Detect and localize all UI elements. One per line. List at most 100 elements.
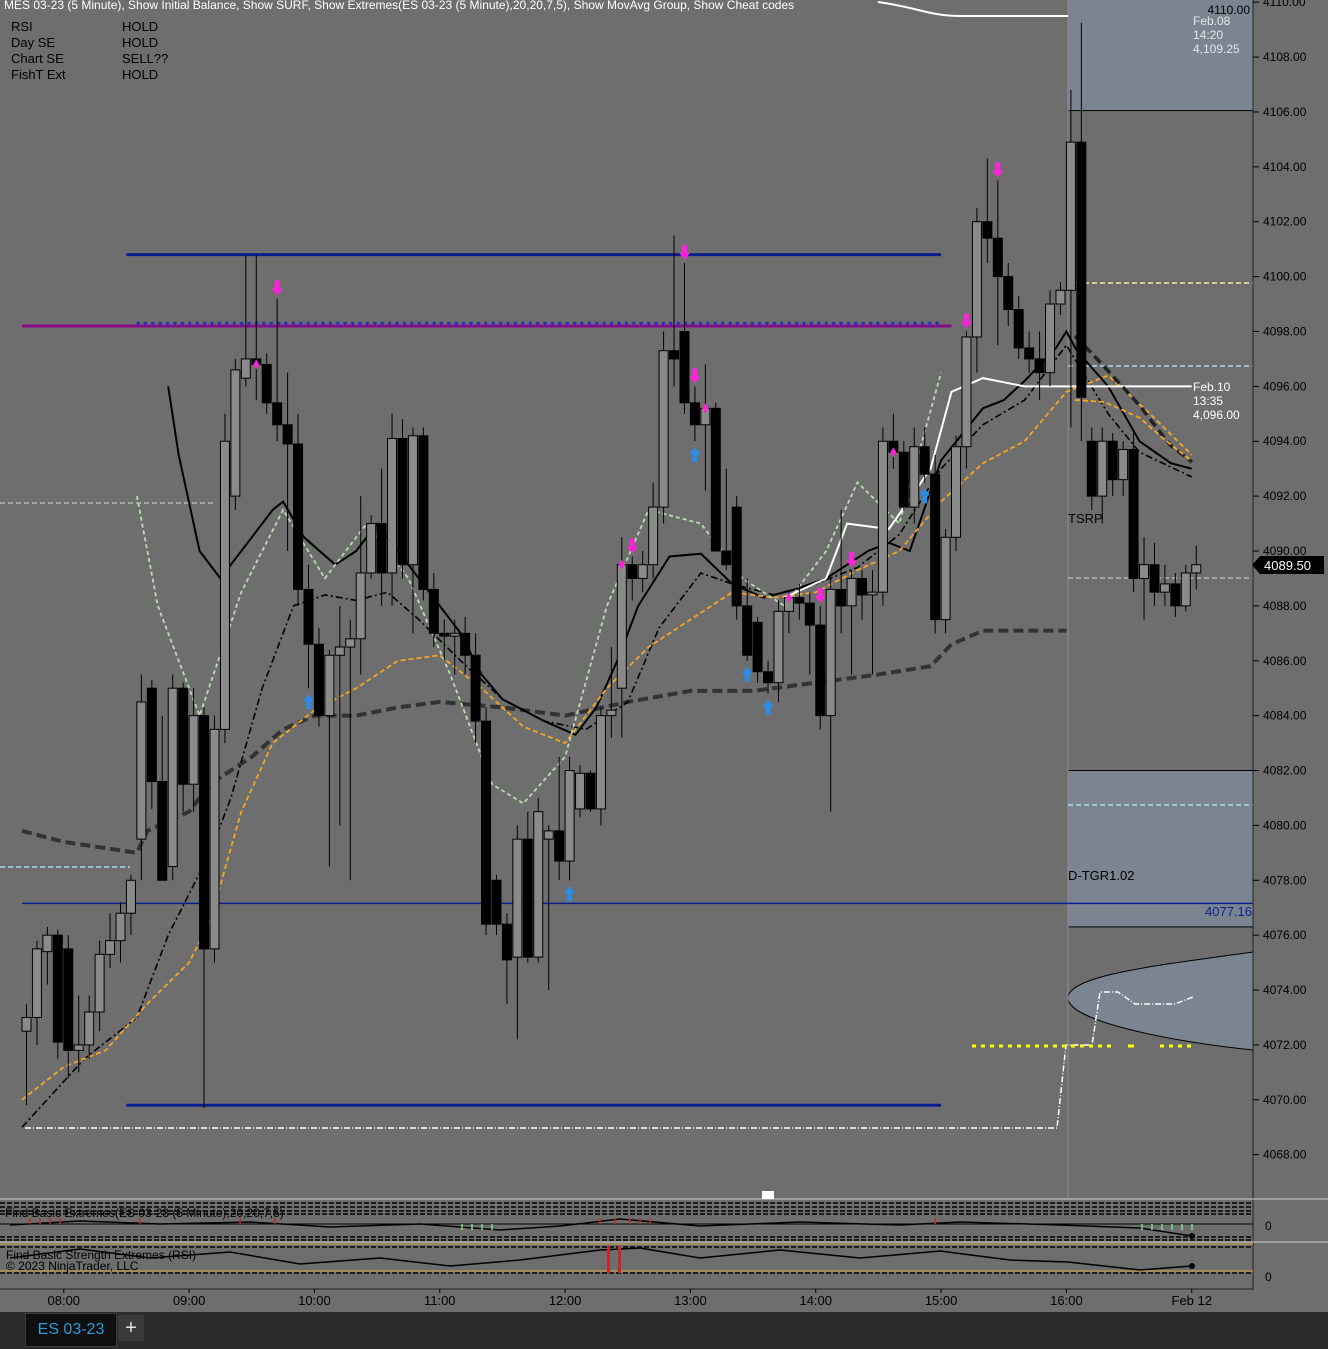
candle-body (1159, 583, 1170, 593)
add-tab-button[interactable]: + (118, 1315, 144, 1341)
candle-body (94, 953, 105, 1013)
y-tick-label: 4082.00 (1263, 764, 1307, 778)
candle-body (857, 577, 868, 596)
candle-body (345, 638, 356, 648)
candle-body (407, 435, 418, 566)
tooltip-2-line-3: 4,096.00 (1193, 408, 1240, 422)
candle-body (157, 780, 168, 881)
candle-body (1107, 440, 1118, 481)
status-value-fisht-ext: HOLD (122, 67, 158, 82)
dtgr-label: D-TGR1.02 (1068, 868, 1134, 883)
y-tick-label: 4106.00 (1263, 105, 1307, 119)
y-tick-label: 4084.00 (1263, 709, 1307, 723)
candle-body (481, 720, 492, 925)
candle-body (940, 536, 951, 621)
x-tick-label: 10:00 (298, 1293, 331, 1308)
candle-body (178, 687, 189, 785)
candle-body (992, 237, 1003, 278)
candle-body (606, 709, 617, 717)
chart-background (0, 0, 1328, 1312)
candle-body (616, 564, 627, 689)
candle-body (909, 446, 920, 508)
y-tick-label: 4110.00 (1263, 0, 1306, 9)
candle-body (303, 588, 314, 645)
candle-body (146, 687, 157, 782)
candle-body (982, 221, 993, 239)
sub1-title: Find Basic Extremes(ES 03-23 (5 Minute),… (5, 1206, 284, 1220)
x-tick-label: 14:00 (799, 1293, 832, 1308)
candle-body (522, 838, 533, 958)
candle-body (554, 830, 565, 862)
candle-body (282, 424, 293, 445)
y-tick-label: 4100.00 (1263, 270, 1307, 284)
candle-body (63, 948, 74, 1051)
y-tick-label: 4090.00 (1263, 544, 1307, 558)
candle-body (1086, 440, 1097, 497)
candle-body (585, 772, 596, 810)
candle-body (115, 912, 126, 942)
candle-body (731, 506, 742, 607)
price-box-top-label: 4110.00 (1208, 3, 1251, 17)
sub1-zero: 0 (1265, 1219, 1272, 1233)
candle-body (1180, 572, 1191, 607)
candle-body (355, 572, 366, 640)
candle-body (1118, 448, 1129, 481)
y-tick-label: 4086.00 (1263, 654, 1307, 668)
x-tick-label: 08:00 (48, 1293, 81, 1308)
candle-body (324, 654, 335, 717)
candle-body (42, 934, 53, 953)
candle-body (1139, 564, 1150, 579)
candle-body (1149, 564, 1160, 593)
candle-body (1024, 347, 1035, 360)
status-label-chart-se: Chart SE (11, 51, 64, 66)
candle-body (167, 687, 178, 868)
candle-body (125, 879, 136, 914)
candle-body (52, 934, 63, 1043)
candle-body (428, 588, 439, 634)
candle-body (1034, 358, 1045, 374)
candle-body (84, 1011, 95, 1046)
y-tick-label: 4074.00 (1263, 983, 1307, 997)
candle-body (669, 350, 680, 360)
tooltip-2-line-1: Feb.10 (1193, 380, 1231, 394)
tsrp-label: TSRP (1068, 511, 1103, 526)
candle-body (334, 646, 345, 656)
candle-body (1191, 564, 1202, 574)
candle-body (627, 564, 638, 579)
candle-body (543, 830, 554, 840)
candle-body (219, 440, 230, 730)
y-tick-label: 4096.00 (1263, 379, 1307, 393)
candle-body (815, 624, 826, 717)
x-tick-label: 09:00 (173, 1293, 206, 1308)
candle-body (31, 948, 42, 1018)
y-tick-label: 4070.00 (1263, 1093, 1307, 1107)
candle-body (272, 402, 283, 426)
status-label-fisht-ext: FishT Ext (11, 67, 66, 82)
status-label-day-se: Day SE (11, 35, 55, 50)
sub2-red-bar (607, 1246, 610, 1273)
candle-body (313, 643, 324, 717)
sub2-zero: 0 (1265, 1270, 1272, 1284)
chart-root[interactable]: 4068.00 4070.00 4072.00 4074.00 4076.00 4078.… (0, 0, 1328, 1312)
candle-body (199, 715, 210, 950)
x-tick-label: 11:00 (424, 1293, 456, 1308)
candle-body (209, 728, 220, 950)
candle-body (689, 402, 700, 426)
x-tick-label: Feb 12 (1172, 1293, 1212, 1308)
y-tick-label: 4068.00 (1263, 1148, 1307, 1162)
sub1-last-dot (1189, 1233, 1195, 1239)
candle-body (376, 523, 387, 574)
candle-body (105, 940, 116, 955)
candle-body (1055, 289, 1066, 305)
y-tick-label: 4078.00 (1263, 873, 1307, 887)
tab-es-03-23[interactable]: ES 03-23 (25, 1313, 117, 1347)
candle-body (951, 446, 962, 538)
candle-body (595, 715, 606, 810)
copyright: © 2023 NinjaTrader, LLC (6, 1259, 139, 1273)
candle-body (742, 605, 753, 656)
candle-body (188, 715, 199, 785)
candle-body (491, 879, 502, 925)
candle-body (710, 407, 721, 552)
status-value-rsi: HOLD (122, 19, 158, 34)
price-chart[interactable]: 4068.00 4070.00 4072.00 4074.00 4076.00 4078.… (0, 0, 1328, 1312)
